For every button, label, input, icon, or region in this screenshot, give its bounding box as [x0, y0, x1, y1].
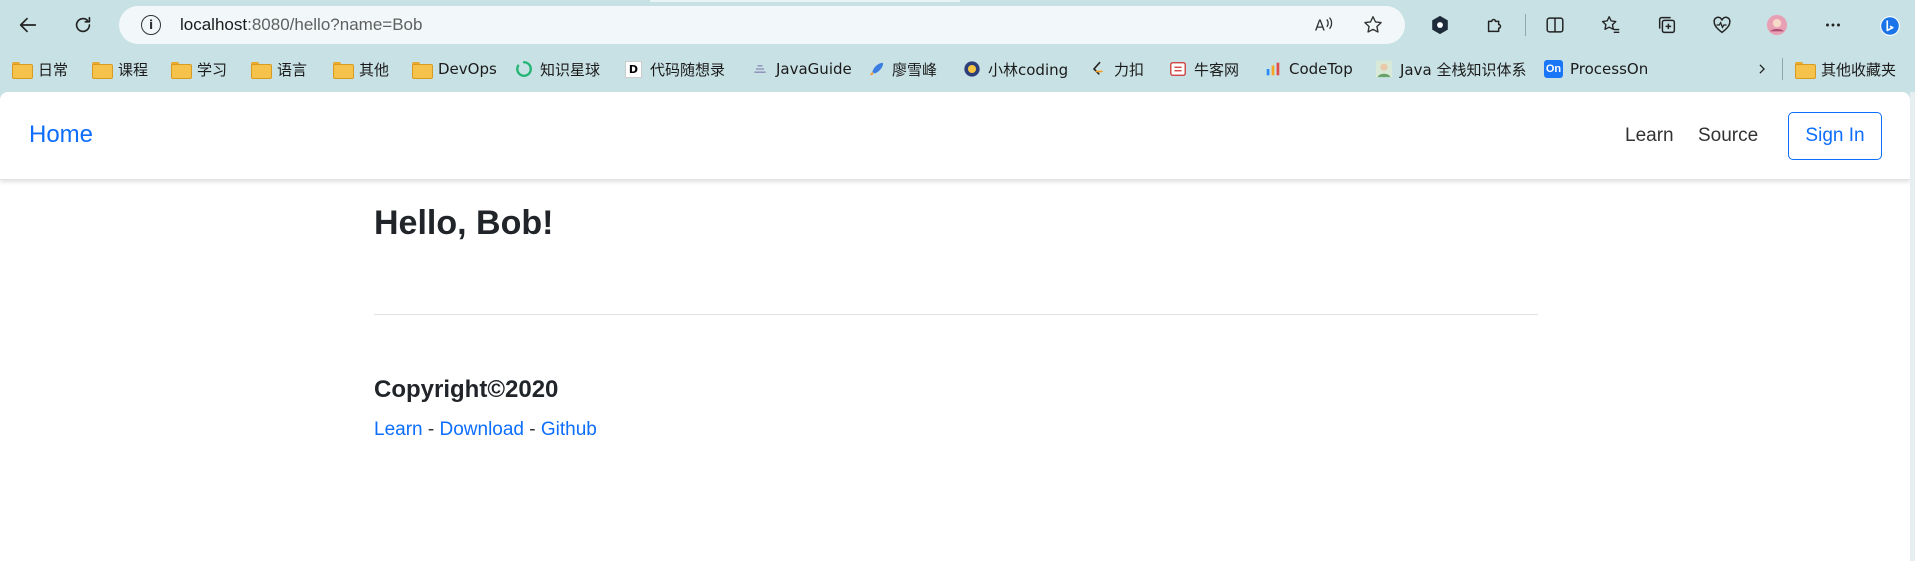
bookmark-xiaolin[interactable]: 小林coding: [962, 54, 1068, 84]
favorite-star-icon[interactable]: [1361, 14, 1385, 36]
bookmark-zsxq[interactable]: 知识星球: [514, 54, 600, 84]
folder-icon: [92, 61, 113, 79]
other-favorites-folder[interactable]: 其他收藏夹: [1795, 54, 1896, 84]
avatar-icon: [1766, 14, 1788, 36]
avatar-icon: [1374, 60, 1393, 78]
bookmark-label: 其他: [359, 60, 390, 79]
footer-separator: -: [524, 419, 541, 440]
bookmark-label: 小林coding: [988, 60, 1069, 79]
browser-essentials-icon[interactable]: [1707, 10, 1737, 40]
bookmark-label: 课程: [118, 60, 149, 79]
svg-text:A: A: [1315, 18, 1325, 35]
url-host: localhost: [180, 15, 248, 34]
toolbar-divider: [1525, 14, 1526, 36]
more-bookmarks-chevron-icon[interactable]: [1752, 54, 1772, 84]
bookmark-study[interactable]: 学习: [171, 54, 227, 84]
copilot-icon[interactable]: [1870, 6, 1910, 46]
split-screen-icon[interactable]: [1540, 10, 1570, 40]
footer-learn-link[interactable]: Learn: [374, 419, 423, 440]
site-info-icon[interactable]: i: [141, 15, 161, 35]
bookmark-dmsxl[interactable]: D 代码随想录: [624, 54, 725, 84]
address-bar[interactable]: i localhost:8080/hello?name=Bob A: [119, 6, 1405, 44]
bookmark-processon[interactable]: On ProcessOn: [1544, 54, 1648, 84]
leetcode-icon: [1088, 61, 1107, 78]
footer-separator: -: [422, 419, 440, 440]
footer-links: Learn - Download - Github: [374, 419, 597, 441]
refresh-button[interactable]: [63, 8, 103, 42]
footer-github-link[interactable]: Github: [541, 419, 597, 440]
read-aloud-icon[interactable]: A: [1312, 14, 1336, 36]
url-text[interactable]: localhost:8080/hello?name=Bob: [180, 15, 422, 35]
bookmark-codetop[interactable]: CodeTop: [1263, 54, 1353, 84]
bookmark-java-fullstack[interactable]: Java 全栈知识体系: [1374, 54, 1526, 84]
bookmark-daily[interactable]: 日常: [12, 54, 68, 84]
bookmark-nowcoder[interactable]: 牛客网: [1168, 54, 1239, 84]
bookmark-label: 学习: [197, 60, 228, 79]
browser-chrome: i localhost:8080/hello?name=Bob A 日常 课程: [0, 0, 1915, 92]
bookmark-label: 廖雪峰: [892, 60, 938, 79]
bookmark-devops[interactable]: DevOps: [412, 54, 497, 84]
folder-icon: [1795, 61, 1816, 79]
web-page: Home Learn Source Sign In Hello, Bob! Co…: [0, 92, 1910, 561]
bookmark-label: JavaGuide: [776, 60, 852, 78]
active-tab-indicator: [650, 0, 960, 2]
bookmarks-bar: 日常 课程 学习 语言 其他 DevOps 知识星球 D 代码随想录 JavaGu…: [0, 54, 1915, 84]
folder-icon: [171, 61, 192, 79]
bookmark-label: Java 全栈知识体系: [1400, 60, 1527, 79]
page-title: Hello, Bob!: [374, 204, 554, 242]
folder-icon: [12, 61, 33, 79]
nav-source-link[interactable]: Source: [1698, 125, 1758, 147]
xiaolin-icon: [962, 61, 981, 78]
extensions-puzzle-icon[interactable]: [1480, 10, 1510, 40]
javaguide-icon: [750, 61, 769, 78]
bookmark-label: 代码随想录: [650, 60, 726, 79]
nowcoder-icon: [1168, 61, 1187, 78]
bookmark-label: CodeTop: [1289, 60, 1353, 78]
bookmark-liaoxuefeng[interactable]: 廖雪峰: [866, 54, 937, 84]
folder-icon: [251, 61, 272, 79]
bookmark-label: 日常: [38, 60, 69, 79]
bookmark-languages[interactable]: 语言: [251, 54, 307, 84]
back-arrow-icon: [19, 17, 37, 33]
rocket-icon: [866, 61, 885, 78]
bookmark-label: ProcessOn: [1570, 60, 1649, 78]
refresh-icon: [75, 16, 91, 33]
bookmark-other[interactable]: 其他: [333, 54, 389, 84]
favorites-icon[interactable]: [1596, 10, 1626, 40]
zsxq-icon: [514, 61, 533, 78]
bookmarks-divider: [1782, 58, 1783, 80]
dmsxl-icon: D: [624, 60, 643, 78]
page-scrollbar[interactable]: [1910, 92, 1915, 561]
footer-download-link[interactable]: Download: [440, 419, 525, 440]
processon-icon: On: [1544, 60, 1563, 78]
bookmark-label: 其他收藏夹: [1821, 60, 1897, 79]
more-menu-icon[interactable]: [1818, 10, 1848, 40]
bookmark-leetcode[interactable]: 力扣: [1088, 54, 1144, 84]
folder-icon: [333, 61, 354, 79]
bookmark-label: 力扣: [1114, 60, 1145, 79]
bookmark-javaguide[interactable]: JavaGuide: [750, 54, 852, 84]
home-link[interactable]: Home: [29, 121, 93, 149]
profile-avatar[interactable]: [1762, 10, 1792, 40]
bookmark-label: 牛客网: [1194, 60, 1240, 79]
codetop-icon: [1263, 61, 1282, 78]
bookmark-label: 知识星球: [540, 60, 601, 79]
site-navbar: Home Learn Source Sign In: [0, 92, 1910, 180]
url-path: :8080/hello?name=Bob: [247, 15, 423, 34]
divider: [374, 314, 1538, 315]
bookmark-courses[interactable]: 课程: [92, 54, 148, 84]
nav-learn-link[interactable]: Learn: [1625, 125, 1674, 147]
extension-hex-icon[interactable]: [1425, 10, 1455, 40]
bookmark-label: DevOps: [438, 60, 497, 78]
collections-icon[interactable]: [1652, 10, 1682, 40]
footer-copyright: Copyright©2020: [374, 376, 559, 403]
back-button[interactable]: [8, 8, 48, 42]
folder-icon: [412, 61, 433, 79]
bookmark-label: 语言: [277, 60, 308, 79]
sign-in-button[interactable]: Sign In: [1788, 112, 1882, 160]
